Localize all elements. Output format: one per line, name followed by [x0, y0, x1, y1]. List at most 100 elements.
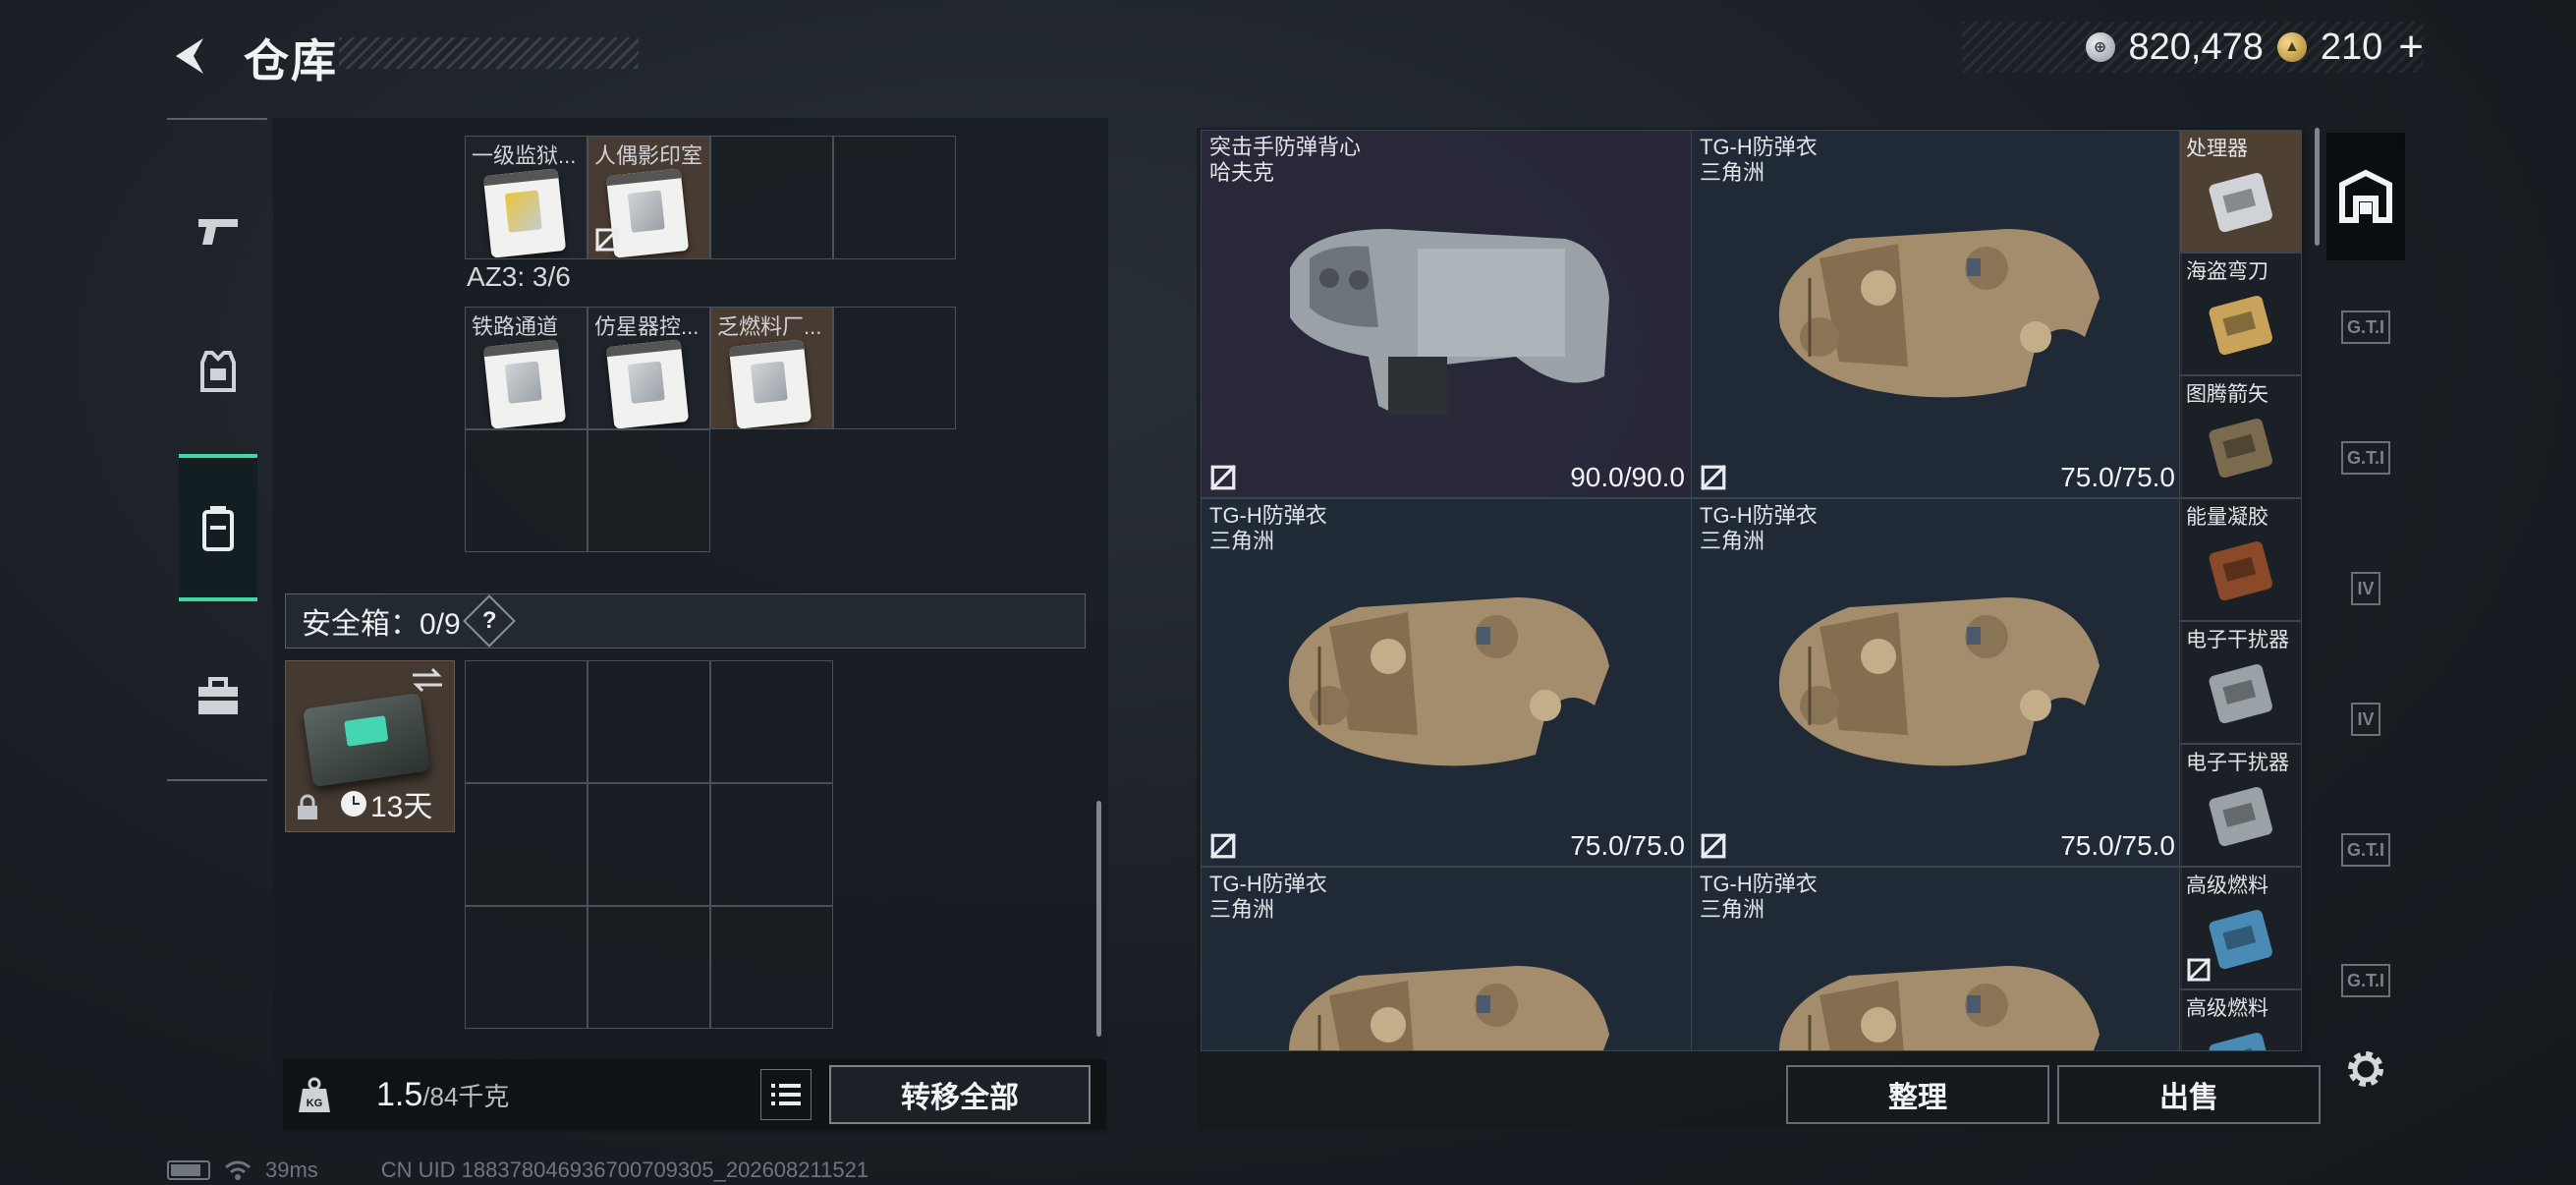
sort-button[interactable]: 整理	[1786, 1065, 2049, 1124]
vest-name: TG-H防弹衣 三角洲	[1700, 135, 1818, 186]
storage-small-item[interactable]: 图腾箭矢	[2179, 375, 2302, 498]
weight-icon: KG	[293, 1073, 336, 1116]
empty-slot[interactable]	[465, 906, 588, 1029]
storage-small-item[interactable]: 海盗弯刀	[2179, 253, 2302, 375]
vest-faction-line: 三角洲	[1209, 529, 1275, 553]
storage-tab-1[interactable]	[2326, 133, 2405, 260]
sell-button[interactable]: 出售	[2057, 1065, 2321, 1124]
vest-name-line: TG-H防弹衣	[1209, 872, 1327, 896]
keycard-label: 铁路通道	[472, 314, 559, 339]
vest-name: TG-H防弹衣 三角洲	[1700, 503, 1818, 554]
empty-slot[interactable]	[588, 429, 710, 552]
keycard-image	[728, 339, 812, 428]
storage-small-item[interactable]: 电子干扰器	[2179, 621, 2302, 744]
keycard-image	[482, 339, 567, 428]
wifi-icon	[225, 1160, 251, 1180]
storage-tab-4[interactable]: IV	[2326, 525, 2405, 652]
keycard-image	[482, 168, 567, 258]
storage-tab-5[interactable]: IV	[2326, 655, 2405, 783]
item-label: 处理器	[2186, 138, 2248, 160]
keycard-slot[interactable]: 人偶影印室	[588, 136, 710, 259]
item-label: 图腾箭矢	[2186, 383, 2268, 406]
storage-tab-3[interactable]: G.T.I	[2326, 394, 2405, 522]
help-button[interactable]: ?	[462, 594, 516, 648]
weight-value: 1.5/84千克	[376, 1076, 509, 1114]
inventory-scrollbar[interactable]	[1096, 801, 1101, 1037]
keycard-slot[interactable]: 一级监狱...	[465, 136, 588, 259]
vest-image	[1779, 966, 2100, 1050]
empty-slot[interactable]	[710, 660, 833, 783]
item-image	[2209, 1032, 2272, 1050]
page-title: 仓库	[244, 35, 338, 86]
unbound-icon	[1210, 465, 1236, 490]
vest-faction-line: 三角洲	[1209, 897, 1275, 922]
empty-slot[interactable]	[465, 660, 588, 783]
list-view-button[interactable]	[760, 1069, 812, 1120]
silver-amount: 820,478	[2128, 26, 2264, 68]
empty-slot[interactable]	[833, 136, 956, 259]
empty-slot[interactable]	[833, 307, 956, 429]
help-icon: ?	[481, 606, 497, 634]
empty-slot[interactable]	[588, 783, 710, 906]
empty-slot[interactable]	[465, 783, 588, 906]
keycard-slot[interactable]: 乏燃料厂...	[710, 307, 833, 429]
transfer-all-button[interactable]: 转移全部	[829, 1065, 1091, 1124]
keycard-label: 一级监狱...	[472, 143, 577, 168]
back-button[interactable]	[165, 29, 218, 83]
vest-image	[1778, 229, 2100, 398]
tab-label: IV	[2351, 703, 2380, 736]
toolbox-icon	[198, 677, 238, 714]
pistol-icon	[198, 219, 238, 245]
nav-backpack[interactable]	[179, 454, 257, 601]
settings-button[interactable]	[2338, 1042, 2393, 1097]
empty-slot[interactable]	[588, 906, 710, 1029]
storage-vest-item[interactable]: 突击手防弹背心 哈夫克 90.0/90.0	[1201, 130, 1692, 498]
keycard-grid-az3: 铁路通道 仿星器控... 乏燃料厂...	[465, 307, 956, 552]
keycard-slot[interactable]: 仿星器控...	[588, 307, 710, 429]
unbound-icon	[1210, 833, 1236, 859]
empty-slot[interactable]	[710, 783, 833, 906]
nav-toolbox[interactable]	[179, 623, 257, 770]
storage-vest-item[interactable]: TG-H防弹衣 三角洲	[1201, 867, 1692, 1051]
storage-tab-2[interactable]: G.T.I	[2326, 263, 2405, 391]
empty-slot[interactable]	[710, 136, 833, 259]
gear-icon	[2348, 1051, 2383, 1087]
storage-small-item[interactable]: 处理器	[2179, 130, 2302, 253]
az3-label: AZ3: 3/6	[467, 261, 571, 292]
nav-armor[interactable]	[179, 297, 257, 444]
vest-faction-line: 三角洲	[1700, 897, 1765, 922]
empty-slot[interactable]	[710, 906, 833, 1029]
storage-small-item[interactable]: 高级燃料	[2179, 867, 2302, 989]
storage-small-item[interactable]: 高级燃料	[2179, 989, 2302, 1051]
vest-image	[1778, 597, 2100, 766]
safebox-case-item[interactable]: 13天	[285, 660, 455, 832]
storage-vest-item[interactable]: TG-H防弹衣 三角洲 75.0/75.0	[1691, 130, 2182, 498]
left-category-nav	[167, 118, 267, 781]
vest-name: TG-H防弹衣 三角洲	[1209, 872, 1327, 923]
item-image	[2209, 418, 2272, 479]
storage-scrollbar[interactable]	[2315, 128, 2320, 246]
storage-vest-item[interactable]: TG-H防弹衣 三角洲 75.0/75.0	[1691, 498, 2182, 867]
weight-current: 1.5	[376, 1076, 423, 1113]
storage-vest-item[interactable]: TG-H防弹衣 三角洲 75.0/75.0	[1201, 498, 1692, 867]
status-bar: 39ms CN UID 188378046936700709305_202608…	[167, 1157, 868, 1183]
vest-durability: 75.0/75.0	[2060, 830, 2175, 861]
safebox-capacity: 安全箱：0/9	[302, 608, 461, 641]
empty-slot[interactable]	[465, 429, 588, 552]
gold-amount: 210	[2320, 26, 2383, 68]
storage-tab-7[interactable]: G.T.I	[2326, 917, 2405, 1044]
storage-small-item[interactable]: 电子干扰器	[2179, 744, 2302, 867]
item-image	[2209, 909, 2272, 970]
storage-vest-item[interactable]: TG-H防弹衣 三角洲	[1691, 867, 2182, 1051]
vest-name-line: TG-H防弹衣	[1700, 872, 1818, 896]
vest-name: 突击手防弹背心 哈夫克	[1209, 135, 1361, 186]
keycard-slot[interactable]: 铁路通道	[465, 307, 588, 429]
storage-tab-6[interactable]: G.T.I	[2326, 786, 2405, 914]
item-label: 海盗弯刀	[2186, 260, 2268, 283]
top-bar: 仓库 ⊕ 820,478 ▲ 210 +	[0, 0, 2576, 108]
storage-small-item[interactable]: 能量凝胶	[2179, 498, 2302, 621]
empty-slot[interactable]	[588, 660, 710, 783]
add-currency-button[interactable]: +	[2398, 23, 2424, 72]
user-uid: CN UID 188378046936700709305_20260821152…	[380, 1157, 869, 1182]
nav-weapon[interactable]	[179, 157, 257, 305]
